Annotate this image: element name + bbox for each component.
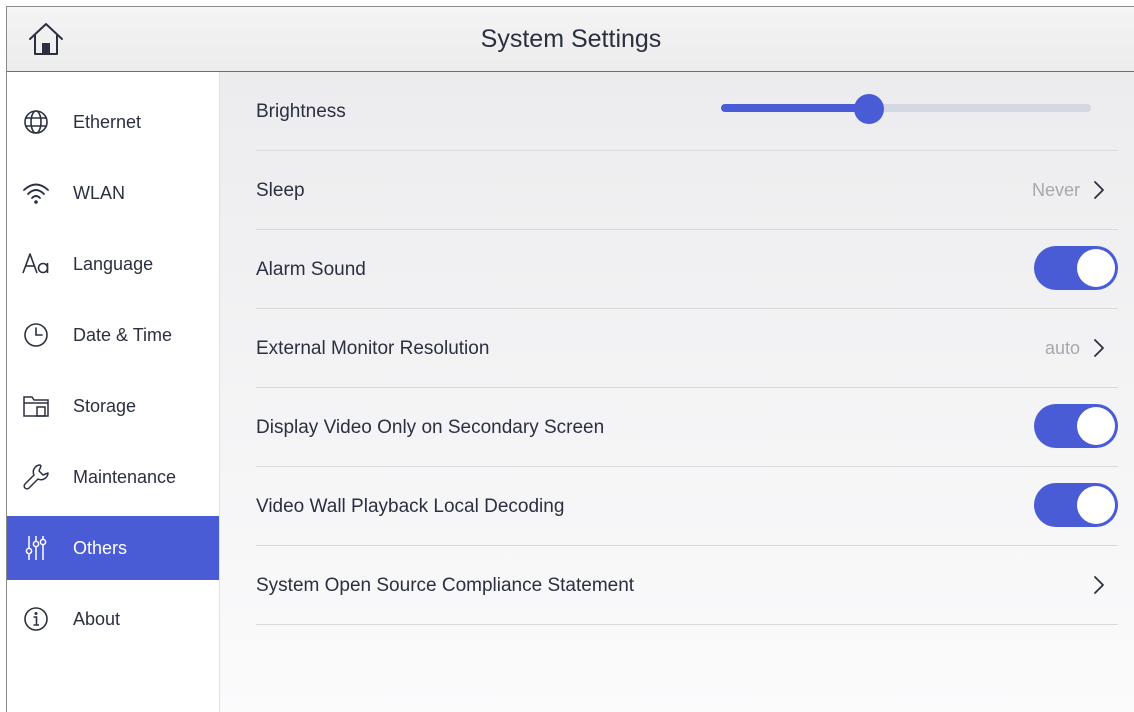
video-wall-label: Video Wall Playback Local Decoding xyxy=(256,496,565,517)
page-title: System Settings xyxy=(480,25,662,53)
video-secondary-row: Display Video Only on Secondary Screen xyxy=(256,388,1118,467)
alarm-sound-row: Alarm Sound xyxy=(256,230,1118,309)
sidebar-item-label: Others xyxy=(73,538,128,558)
sidebar-item-label: Storage xyxy=(73,396,137,416)
video-secondary-label: Display Video Only on Secondary Screen xyxy=(256,417,605,438)
clock-icon xyxy=(24,323,48,347)
sidebar-item-label: About xyxy=(73,609,121,629)
video-wall-row: Video Wall Playback Local Decoding xyxy=(256,467,1118,546)
sidebar-item-date-time[interactable]: Date & Time xyxy=(7,303,219,367)
sleep-label: Sleep xyxy=(256,180,305,201)
sidebar-item-label: Ethernet xyxy=(73,112,142,132)
settings-window: System Settings Ethernet WLAN Language D… xyxy=(6,6,1134,712)
chevron-right-icon[interactable] xyxy=(1092,574,1106,596)
sidebar-item-storage[interactable]: Storage xyxy=(7,374,219,438)
toggle-knob xyxy=(1077,486,1115,524)
toggle-knob xyxy=(1077,249,1115,287)
sidebar-item-others[interactable]: Others xyxy=(7,516,219,580)
sidebar-item-about[interactable]: About xyxy=(7,587,219,651)
slider-fill xyxy=(721,104,869,112)
video-secondary-toggle[interactable] xyxy=(1034,404,1118,448)
external-monitor-label: External Monitor Resolution xyxy=(256,338,490,359)
header-bar: System Settings xyxy=(7,7,1134,72)
alarm-sound-toggle[interactable] xyxy=(1034,246,1118,290)
sidebar-item-label: WLAN xyxy=(73,183,126,203)
chevron-right-icon[interactable] xyxy=(1092,337,1106,359)
open-source-label: System Open Source Compliance Statement xyxy=(256,575,635,596)
sidebar-item-label: Maintenance xyxy=(73,467,177,487)
brightness-label: Brightness xyxy=(256,101,346,122)
settings-panel: Brightness Sleep Never Alarm Sound Exter… xyxy=(220,72,1134,712)
brightness-row: Brightness xyxy=(256,72,1118,151)
font-icon xyxy=(22,253,49,274)
sidebar-item-maintenance[interactable]: Maintenance xyxy=(7,445,219,509)
brightness-slider[interactable] xyxy=(721,94,1091,124)
video-wall-toggle[interactable] xyxy=(1034,483,1118,527)
wifi-icon xyxy=(23,183,49,204)
alarm-sound-label: Alarm Sound xyxy=(256,259,366,280)
open-source-row[interactable]: System Open Source Compliance Statement xyxy=(256,546,1118,625)
sidebar: Ethernet WLAN Language Date & Time Stora… xyxy=(7,72,220,712)
toggle-knob xyxy=(1077,407,1115,445)
folder-icon xyxy=(23,396,49,417)
external-monitor-value: auto xyxy=(1044,338,1080,358)
sleep-row[interactable]: Sleep Never xyxy=(256,151,1118,230)
info-icon xyxy=(24,607,48,631)
sidebar-item-wlan[interactable]: WLAN xyxy=(7,161,219,225)
sidebar-item-label: Date & Time xyxy=(73,325,173,345)
sliders-icon xyxy=(25,536,47,560)
sidebar-item-ethernet[interactable]: Ethernet xyxy=(7,90,219,154)
external-monitor-row[interactable]: External Monitor Resolution auto xyxy=(256,309,1118,388)
slider-thumb[interactable] xyxy=(854,94,884,124)
sidebar-item-language[interactable]: Language xyxy=(7,232,219,296)
wrench-icon xyxy=(23,464,49,490)
sidebar-item-label: Language xyxy=(73,254,154,274)
chevron-right-icon[interactable] xyxy=(1092,179,1106,201)
sleep-value: Never xyxy=(1031,180,1080,200)
globe-icon xyxy=(24,110,48,134)
